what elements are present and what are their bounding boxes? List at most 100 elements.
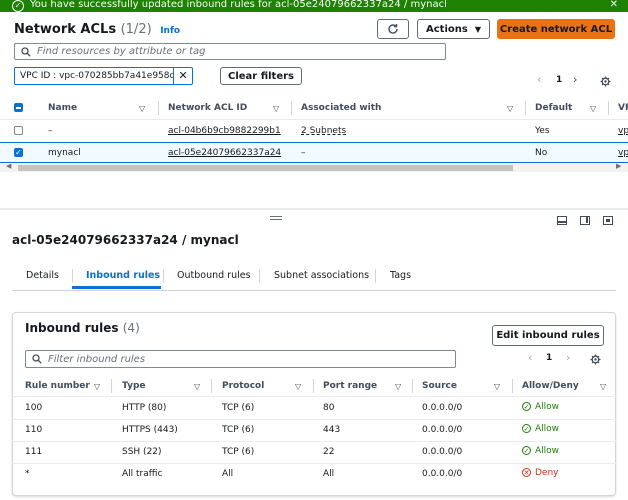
col-source[interactable]: Source [422,381,457,391]
tab-inbound-rules[interactable]: Inbound rules [86,270,160,281]
settings-gear-icon[interactable] [600,76,611,87]
acl-title: Network ACLs [14,22,117,37]
col-rule-number[interactable]: Rule number [25,381,90,391]
acl-page-number[interactable]: 1 [556,75,562,85]
panel-side-icon[interactable] [580,216,590,225]
associated-subnets: – [301,148,306,158]
tab-subnet-associations[interactable]: Subnet associations [274,270,369,281]
table-row: 100 HTTP (80) TCP (6) 80 0.0.0.0/0 ✓ Allo… [12,397,616,419]
clear-filters-button[interactable]: Clear filters [220,67,302,85]
select-all-checkbox[interactable] [14,103,23,112]
acl-id-link[interactable]: acl-05e24079662337a24 [168,148,281,158]
scrollbar-thumb[interactable] [18,165,513,171]
sort-caret-icon[interactable]: ▽ [590,104,596,113]
acl-table-header: Name ▽ Network ACL ID ▽ Associated with … [0,98,628,118]
tab-details[interactable]: Details [26,270,59,281]
next-page-icon[interactable]: › [566,351,570,364]
create-network-acl-button[interactable]: Create network ACL [497,19,615,39]
rule-source: 0.0.0.0/0 [422,469,463,479]
edit-inbound-rules-button[interactable]: Edit inbound rules [492,325,604,346]
refresh-button[interactable] [377,19,409,39]
inbound-search-input[interactable]: Filter inbound rules [25,350,456,368]
col-allow-deny[interactable]: Allow/Deny [522,381,579,391]
table-row[interactable]: – acl-04b6b9cb9882299b1 2 Subnets Yes vp [0,120,628,141]
inbound-search-placeholder: Filter inbound rules [48,353,146,365]
next-page-icon[interactable]: › [573,73,577,86]
check-circle-icon: ✓ [522,446,531,455]
scroll-right-icon[interactable]: ▶ [616,162,621,170]
close-icon[interactable]: ✕ [610,0,618,10]
settings-gear-icon[interactable] [590,354,601,365]
sort-caret-icon[interactable]: ▽ [94,382,100,391]
split-divider [0,208,628,210]
inbound-header: Inbound rules (4) [25,321,140,335]
rule-port-range: All [323,469,335,479]
banner-text: You have successfully updated inbound ru… [30,0,447,10]
check-circle-icon: ✓ [522,424,531,433]
col-protocol[interactable]: Protocol [222,381,264,391]
acl-search-placeholder: Find resources by attribute or tag [37,46,206,57]
tab-outbound-rules[interactable]: Outbound rules [177,270,251,281]
panel-hide-icon[interactable] [603,216,613,225]
success-banner: ✓ You have successfully updated inbound r… [0,0,628,12]
rule-type: HTTPS (443) [122,425,178,435]
rule-source: 0.0.0.0/0 [422,447,463,457]
rule-action: Deny [535,468,559,478]
actions-button[interactable]: Actions ▼ [417,19,490,39]
vpc-link[interactable]: vp [618,148,628,158]
acl-default: No [535,148,548,158]
vpc-link[interactable]: vp [618,126,628,136]
rule-status: ✓ Allow [522,446,559,456]
acl-name: – [48,126,53,136]
inbound-title: Inbound rules [25,321,119,335]
inbound-page-number[interactable]: 1 [546,353,552,363]
filter-token-label: VPC ID : vpc-070285bb7a41e958d [20,71,174,81]
sort-caret-icon[interactable]: ▽ [295,382,301,391]
scroll-left-icon[interactable]: ◀ [6,162,11,170]
acl-search-input[interactable]: Find resources by attribute or tag [14,43,446,60]
rule-port-range: 80 [323,403,335,413]
rule-status: ✓ Allow [522,424,559,434]
rule-number: 100 [25,403,43,413]
col-name[interactable]: Name [48,103,77,113]
row-checkbox[interactable]: ✓ [14,148,23,157]
sort-caret-icon[interactable]: ▽ [273,104,279,113]
col-acl-id[interactable]: Network ACL ID [168,103,247,113]
rule-type: HTTP (80) [122,403,167,413]
sort-caret-icon[interactable]: ▽ [194,382,200,391]
search-icon [32,354,42,364]
tab-tags[interactable]: Tags [390,270,411,281]
sort-caret-icon[interactable]: ▽ [600,382,606,391]
success-icon: ✓ [12,0,24,12]
table-row: 110 HTTPS (443) TCP (6) 443 0.0.0.0/0 ✓ A… [12,420,616,442]
row-checkbox[interactable] [14,126,23,135]
rule-action: Allow [535,402,560,412]
panel-bottom-icon[interactable] [557,216,567,225]
active-tab-indicator [72,286,161,289]
acl-header: Network ACLs (1/2) Info [14,22,180,37]
rule-action: Allow [535,446,560,456]
vpc-filter-token: VPC ID : vpc-070285bb7a41e958d ✕ [14,67,193,85]
col-type[interactable]: Type [122,381,145,391]
prev-page-icon[interactable]: ‹ [537,73,541,86]
sort-caret-icon[interactable]: ▽ [507,104,513,113]
sort-caret-icon[interactable]: ▽ [139,104,145,113]
prev-page-icon[interactable]: ‹ [528,351,532,364]
col-associated[interactable]: Associated with [301,103,381,113]
acl-id-link[interactable]: acl-04b6b9cb9882299b1 [168,126,281,136]
acl-name: mynacl [48,148,81,158]
horizontal-scrollbar[interactable]: ◀ ▶ [0,162,628,172]
associated-subnets[interactable]: 2 Subnets [301,126,346,136]
col-default[interactable]: Default [535,103,572,113]
rule-number: 110 [25,425,43,435]
col-vpc[interactable]: VP [618,103,628,113]
col-port-range[interactable]: Port range [323,381,377,391]
sort-caret-icon[interactable]: ▽ [494,382,500,391]
rule-protocol: TCP (6) [222,447,255,457]
remove-filter-icon[interactable]: ✕ [173,68,192,84]
table-row[interactable]: ✓ mynacl acl-05e24079662337a24 – No vp [0,142,628,163]
rule-type: All traffic [122,469,163,479]
sort-caret-icon[interactable]: ▽ [395,382,401,391]
info-link[interactable]: Info [160,26,180,36]
resize-handle-icon[interactable] [270,216,282,220]
